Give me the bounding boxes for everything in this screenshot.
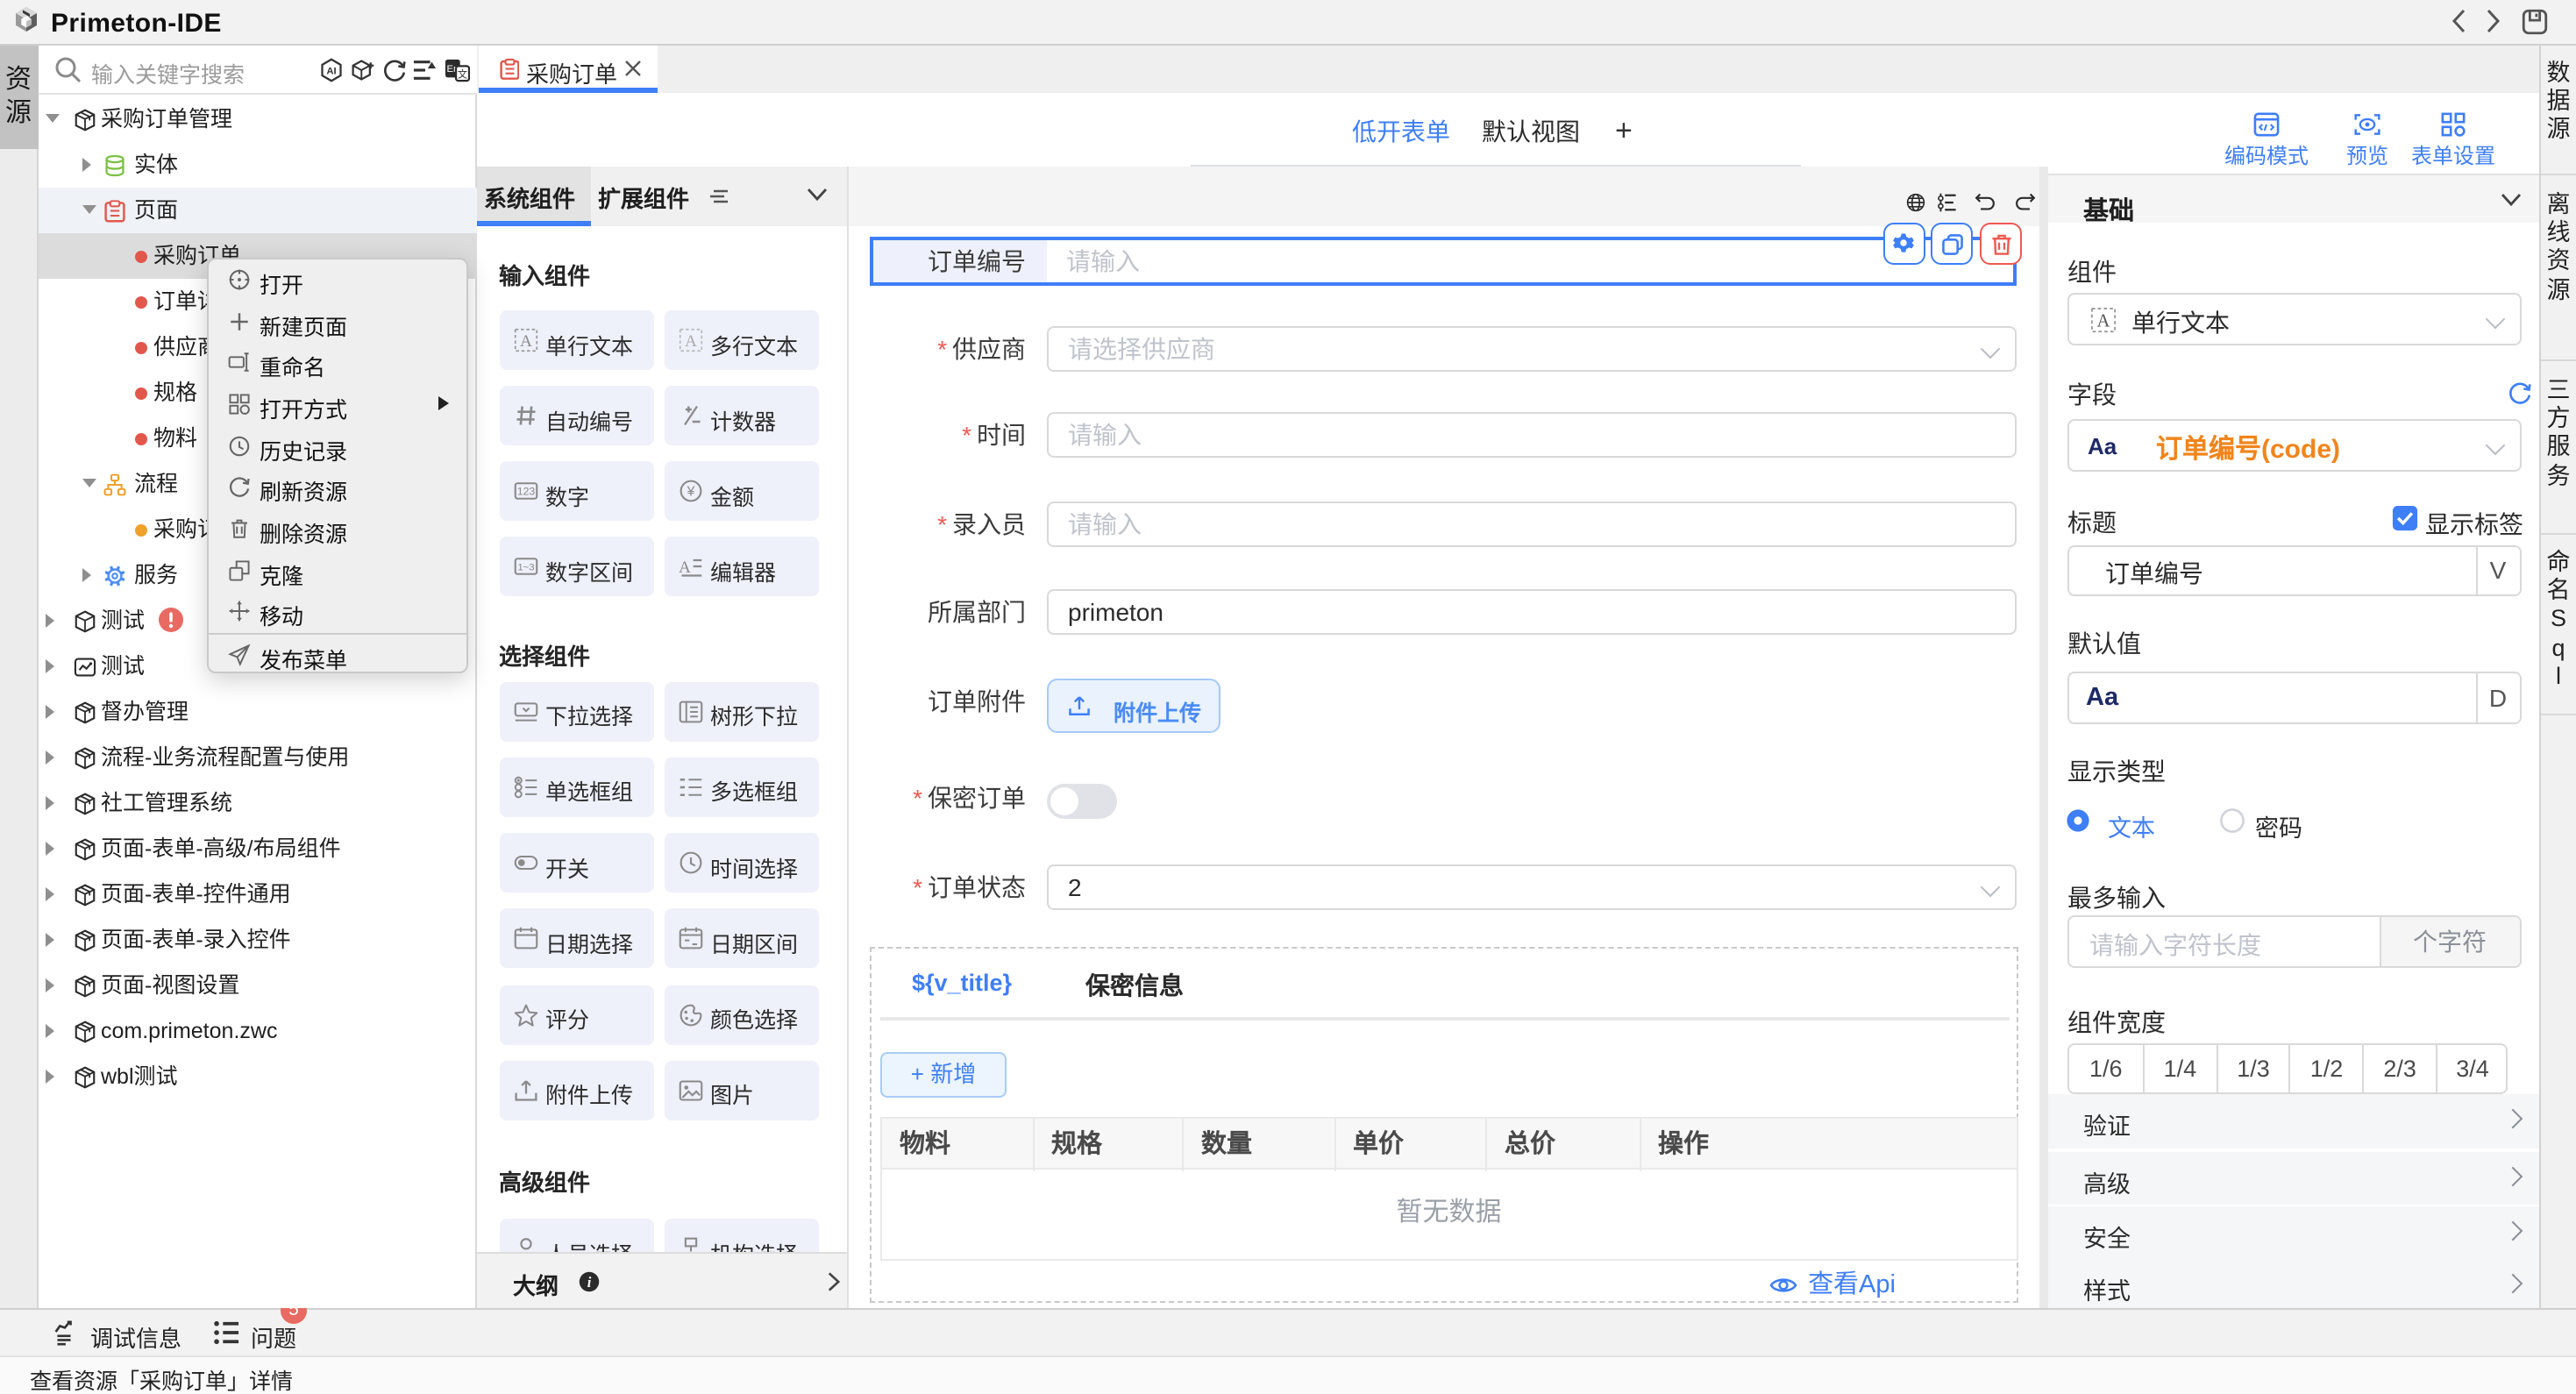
svg-text:A: A [685,332,697,351]
svg-text:AI: AI [326,66,336,76]
svg-text:1~3: 1~3 [517,562,534,573]
svg-text:A: A [520,332,532,351]
svg-text:¥: ¥ [687,484,695,499]
svg-text:A: A [2096,311,2110,331]
svg-text:123: 123 [517,485,536,497]
svg-text:i: i [587,1273,591,1290]
svg-text:文: 文 [458,68,467,80]
svg-text:A: A [679,558,691,577]
